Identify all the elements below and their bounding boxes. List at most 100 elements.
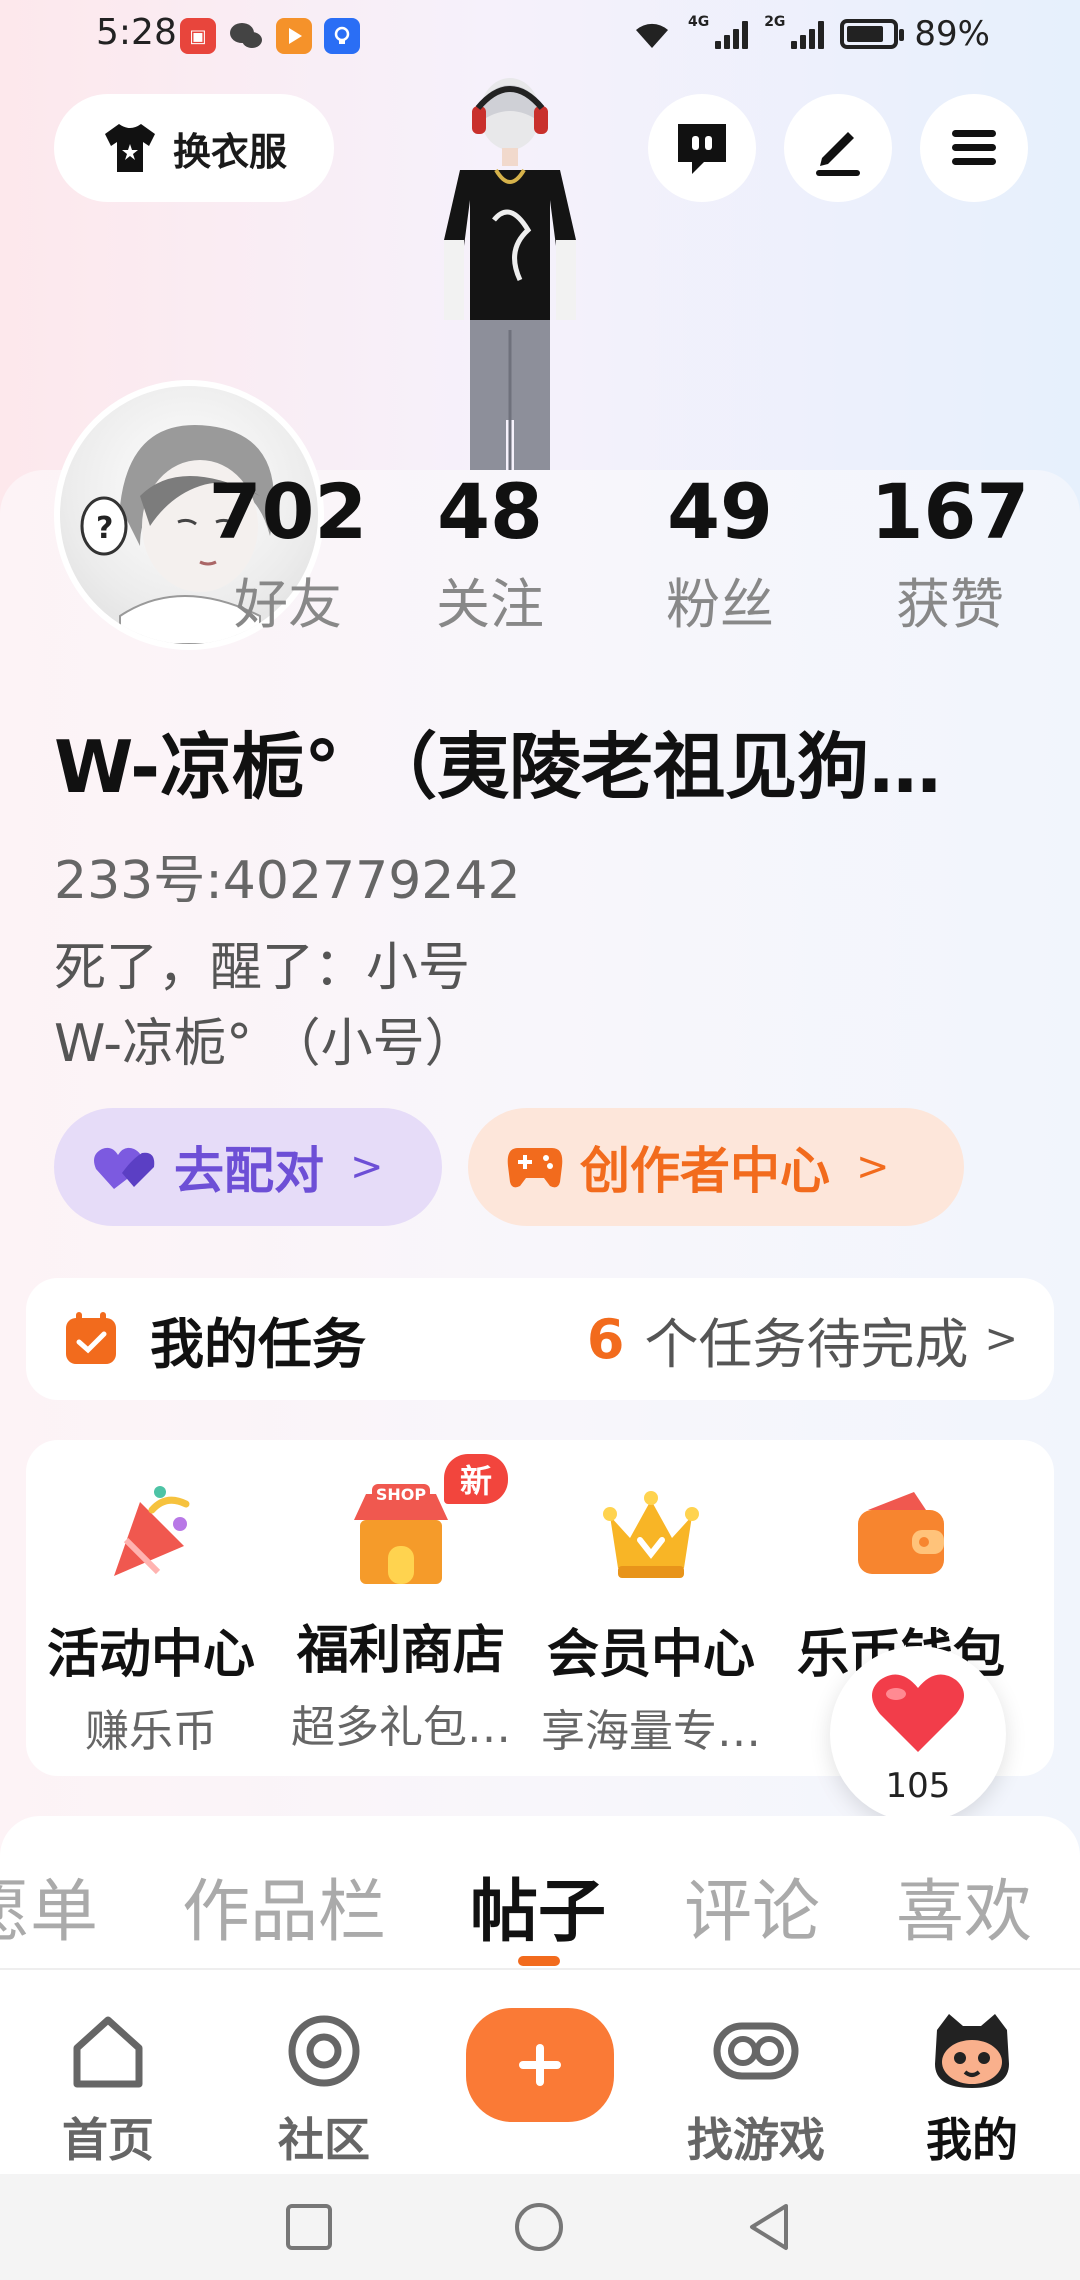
- nav-me-label: 我的: [926, 2113, 1018, 2167]
- service-welfare-shop[interactable]: SHOP 新 福利商店 超多礼包…: [276, 1454, 526, 1755]
- content-tabs: 愿单 作品栏 帖子 评论 喜欢: [0, 1816, 1080, 1968]
- me-mascot-icon: [935, 2014, 1009, 2088]
- crown-icon: [603, 1491, 699, 1578]
- fans-label: 粉丝: [666, 572, 774, 636]
- bulb-app-icon: [324, 18, 360, 54]
- bio: 死了，醒了：小号 W-凉栀° （小号）: [54, 930, 477, 1082]
- huawei-app-icon: ▣: [180, 18, 216, 54]
- likes-received-count: 167: [870, 467, 1030, 556]
- wifi-icon: [635, 23, 668, 48]
- fans-count: 49: [667, 467, 773, 556]
- profile-page: 5:28 ▣ 4G 2G 89% 换衣服 ? 702 好友 48 关注 49 粉…: [0, 0, 1080, 2280]
- tasks-pending-label: 个任务待完成: [644, 1312, 969, 1376]
- new-badge: 新: [443, 1454, 508, 1504]
- signal-icon-2: [791, 19, 825, 49]
- double-heart-icon: [94, 1147, 155, 1189]
- following-label: 关注: [436, 572, 544, 636]
- stat-friends[interactable]: 702 好友: [208, 470, 368, 639]
- likes-received-label: 获赞: [896, 572, 1004, 636]
- nav-community[interactable]: 社区: [234, 2006, 414, 2170]
- activity-center-subtitle: 赚乐币: [85, 1706, 217, 1757]
- message-button[interactable]: [648, 94, 756, 202]
- system-navigation-bar: [0, 2174, 1080, 2280]
- avatar-figure: [444, 78, 576, 470]
- welfare-shop-subtitle: 超多礼包…: [291, 1702, 511, 1753]
- bio-line-1: 死了，醒了：小号: [54, 938, 471, 998]
- edit-profile-button[interactable]: [784, 94, 892, 202]
- status-time: 5:28: [96, 12, 177, 53]
- wechat-icon: [228, 18, 264, 54]
- stat-fans[interactable]: 49 粉丝: [640, 470, 800, 639]
- status-bar: 5:28 ▣ 4G 2G 89%: [0, 0, 1080, 72]
- status-right: 4G 2G 89%: [632, 14, 990, 54]
- welfare-shop-title: 福利商店: [296, 1621, 505, 1681]
- plus-icon: [519, 2044, 561, 2086]
- tasks-pending: 6 个任务待完成 >: [587, 1300, 1018, 1379]
- calendar-check-icon: [66, 1312, 116, 1364]
- notification-icons: ▣: [180, 18, 360, 54]
- activity-center-title: 活动中心: [46, 1625, 255, 1685]
- my-tasks-title: 我的任务: [150, 1312, 366, 1376]
- bio-line-2: W-凉栀° （小号）: [54, 1014, 477, 1074]
- tasks-pending-count: 6: [586, 1307, 625, 1371]
- service-member-center[interactable]: 会员中心 享海量专…: [526, 1480, 776, 1759]
- chevron-right-icon: >: [350, 1144, 384, 1190]
- hamburger-menu-icon: [952, 130, 996, 165]
- wallet-icon: [858, 1492, 944, 1574]
- member-center-subtitle: 享海量专…: [541, 1706, 761, 1757]
- my-tasks-card[interactable]: 我的任务 6 个任务待完成 >: [26, 1278, 1054, 1400]
- gamepad-icon: [507, 1148, 563, 1188]
- stat-following[interactable]: 48 关注: [410, 470, 570, 639]
- back-triangle-icon[interactable]: [742, 2200, 796, 2254]
- shop-sign-text: SHOP: [376, 1485, 427, 1504]
- profile-stats: 702 好友 48 关注 49 粉丝 167 获赞: [0, 470, 1080, 650]
- menu-button[interactable]: [920, 94, 1028, 202]
- user-id[interactable]: 233号:402779242: [54, 838, 521, 913]
- friends-count: 702: [208, 467, 368, 556]
- tab-likes[interactable]: 喜欢: [896, 1856, 1032, 1955]
- create-post-button[interactable]: [466, 2008, 614, 2122]
- shop-icon: SHOP: [354, 1484, 448, 1584]
- match-button[interactable]: 去配对 >: [54, 1108, 442, 1226]
- match-label: 去配对: [174, 1142, 324, 1200]
- nickname: W-凉栀° （夷陵老祖见狗…: [54, 725, 942, 809]
- friends-label: 好友: [234, 572, 342, 636]
- network-type-1: 4G: [687, 14, 710, 30]
- chat-bubble-icon: [678, 124, 726, 174]
- tab-wishlist[interactable]: 愿单: [0, 1856, 98, 1955]
- nav-me[interactable]: 我的: [882, 2006, 1062, 2170]
- community-icon: [288, 2015, 360, 2087]
- chevron-right-icon: >: [856, 1144, 890, 1190]
- pencil-icon: [816, 132, 860, 176]
- battery-percent: 89%: [914, 14, 990, 54]
- change-outfit-label: 换衣服: [172, 129, 287, 174]
- tab-works[interactable]: 作品栏: [182, 1856, 386, 1955]
- home-icon: [73, 2016, 143, 2088]
- nav-find-games-label: 找游戏: [687, 2113, 825, 2167]
- video-app-icon: [276, 18, 312, 54]
- creator-center-button[interactable]: 创作者中心 >: [468, 1108, 964, 1226]
- bottom-navigation: 首页 社区 找游戏 我的: [0, 1968, 1080, 2174]
- recent-apps-icon[interactable]: [282, 2200, 336, 2254]
- tab-posts[interactable]: 帖子: [470, 1856, 606, 1955]
- nav-community-label: 社区: [278, 2113, 370, 2167]
- active-tab-indicator: [518, 1956, 560, 1966]
- like-count: 105: [885, 1766, 951, 1806]
- heart-icon: [872, 1674, 964, 1752]
- chevron-right-icon: >: [984, 1316, 1018, 1362]
- nav-find-games[interactable]: 找游戏: [666, 2006, 846, 2170]
- creator-center-label: 创作者中心: [580, 1142, 830, 1200]
- shop-icon-wrap: SHOP 新: [346, 1454, 508, 1590]
- stat-likes[interactable]: 167 获赞: [870, 470, 1030, 639]
- service-activity-center[interactable]: 活动中心 赚乐币: [26, 1480, 276, 1759]
- member-center-title: 会员中心: [546, 1625, 755, 1685]
- change-outfit-button[interactable]: 换衣服: [54, 94, 334, 202]
- find-games-icon: [713, 2022, 799, 2080]
- tab-comments[interactable]: 评论: [684, 1856, 820, 1955]
- like-bubble-button[interactable]: 105: [830, 1646, 1006, 1822]
- party-popper-icon: [114, 1486, 190, 1576]
- home-circle-icon[interactable]: [512, 2200, 566, 2254]
- nav-home[interactable]: 首页: [18, 2006, 198, 2170]
- signal-icon-1: [715, 19, 749, 49]
- following-count: 48: [437, 467, 543, 556]
